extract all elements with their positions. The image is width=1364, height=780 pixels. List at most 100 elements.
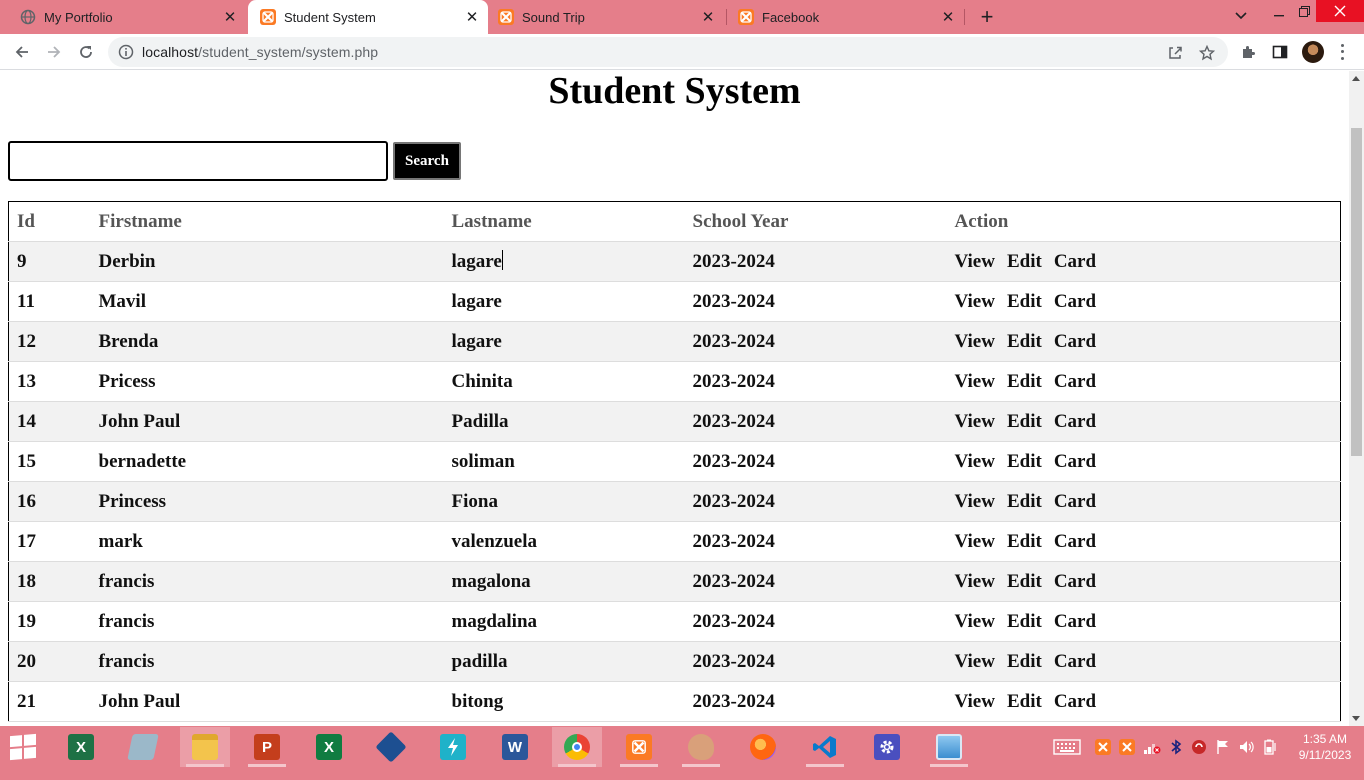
view-link[interactable]: View [955, 611, 995, 632]
view-link[interactable]: View [955, 331, 995, 352]
card-link[interactable]: Card [1054, 531, 1096, 552]
edit-link[interactable]: Edit [1007, 611, 1042, 632]
notepad-app-icon [127, 734, 159, 760]
tab-sound-trip[interactable]: Sound Trip ✕ [486, 0, 724, 34]
view-link[interactable]: View [955, 291, 995, 312]
edit-link[interactable]: Edit [1007, 411, 1042, 432]
taskbar-chrome[interactable] [552, 727, 602, 767]
taskbar-xampp[interactable] [614, 727, 664, 767]
card-link[interactable]: Card [1054, 651, 1096, 672]
taskbar-excel[interactable]: X [304, 727, 354, 767]
side-panel-icon[interactable] [1270, 42, 1290, 62]
card-link[interactable]: Card [1054, 451, 1096, 472]
view-link[interactable]: View [955, 531, 995, 552]
antivirus-icon[interactable] [1190, 738, 1208, 756]
edit-link[interactable]: Edit [1007, 651, 1042, 672]
lastname-text: lagare [451, 251, 502, 272]
flag-icon[interactable] [1214, 738, 1232, 756]
card-link[interactable]: Card [1054, 611, 1096, 632]
card-link[interactable]: Card [1054, 411, 1096, 432]
settings-icon [874, 734, 900, 760]
view-link[interactable]: View [955, 691, 995, 712]
back-icon[interactable] [8, 38, 36, 66]
xampp-tray-icon[interactable] [1118, 738, 1136, 756]
cell-actions: View Edit Card [946, 401, 1341, 442]
taskbar-bottom-edge [0, 768, 1364, 780]
tab-student-system[interactable]: Student System ✕ [248, 0, 488, 34]
card-link[interactable]: Card [1054, 571, 1096, 592]
view-link[interactable]: View [955, 411, 995, 432]
reload-icon[interactable] [72, 38, 100, 66]
scroll-down-arrow-icon[interactable] [1352, 716, 1360, 721]
taskbar-paint[interactable] [676, 727, 726, 767]
close-window-icon[interactable] [1316, 0, 1364, 22]
extensions-icon[interactable] [1238, 42, 1258, 62]
view-link[interactable]: View [955, 651, 995, 672]
search-button[interactable]: Search [393, 142, 461, 180]
edit-link[interactable]: Edit [1007, 331, 1042, 352]
battery-icon[interactable] [1262, 738, 1280, 756]
edit-link[interactable]: Edit [1007, 371, 1042, 392]
xampp-tray-icon[interactable] [1094, 738, 1112, 756]
view-link[interactable]: View [955, 451, 995, 472]
bookmark-star-icon[interactable] [1198, 44, 1216, 62]
cell-firstname: francis [90, 641, 444, 682]
page-scrollbar[interactable] [1349, 71, 1364, 726]
tab-my-portfolio[interactable]: My Portfolio ✕ [8, 0, 246, 34]
card-link[interactable]: Card [1054, 291, 1096, 312]
edit-link[interactable]: Edit [1007, 491, 1042, 512]
view-link[interactable]: View [955, 571, 995, 592]
taskbar-sourcetree[interactable] [428, 727, 478, 767]
edit-link[interactable]: Edit [1007, 571, 1042, 592]
edit-link[interactable]: Edit [1007, 291, 1042, 312]
taskbar-excel-app[interactable]: X [56, 727, 106, 767]
taskbar-file-explorer[interactable] [180, 727, 230, 767]
taskbar-photos[interactable] [924, 727, 974, 767]
taskbar-notepad-app[interactable] [118, 727, 168, 767]
taskbar-clock[interactable]: 1:35 AM 9/11/2023 [1290, 731, 1360, 763]
edit-link[interactable]: Edit [1007, 531, 1042, 552]
tab-search-icon[interactable] [1226, 0, 1256, 32]
new-tab-button[interactable]: + [974, 4, 1000, 30]
card-link[interactable]: Card [1054, 691, 1096, 712]
taskbar-firefox[interactable] [738, 727, 788, 767]
card-link[interactable]: Card [1054, 371, 1096, 392]
edit-link[interactable]: Edit [1007, 451, 1042, 472]
taskbar-word[interactable]: W [490, 727, 540, 767]
card-link[interactable]: Card [1054, 331, 1096, 352]
scroll-up-arrow-icon[interactable] [1352, 76, 1360, 81]
close-tab-icon[interactable]: ✕ [220, 7, 240, 27]
firefox-icon [750, 734, 776, 760]
network-icon[interactable] [1142, 738, 1162, 756]
view-link[interactable]: View [955, 251, 995, 272]
close-tab-icon[interactable]: ✕ [938, 7, 958, 27]
edit-link[interactable]: Edit [1007, 691, 1042, 712]
search-input[interactable] [8, 141, 388, 181]
address-bar[interactable]: localhost/student_system/system.php [108, 37, 1228, 67]
view-link[interactable]: View [955, 371, 995, 392]
profile-avatar[interactable] [1302, 41, 1324, 63]
windows-start-icon[interactable] [10, 733, 36, 761]
close-tab-icon[interactable]: ✕ [698, 7, 718, 27]
card-link[interactable]: Card [1054, 491, 1096, 512]
browser-menu-icon[interactable] [1334, 42, 1350, 62]
word-icon: W [502, 734, 528, 760]
forward-icon[interactable] [40, 38, 68, 66]
tab-facebook[interactable]: Facebook ✕ [726, 0, 964, 34]
taskbar-virtualbox[interactable] [366, 727, 416, 767]
edit-link[interactable]: Edit [1007, 251, 1042, 272]
table-row: 19 francis magdalina 2023-2024 View Edit C… [8, 601, 1341, 642]
scrollbar-thumb[interactable] [1351, 128, 1362, 456]
card-link[interactable]: Card [1054, 251, 1096, 272]
share-icon[interactable] [1166, 44, 1184, 62]
taskbar-vscode[interactable] [800, 727, 850, 767]
site-info-icon[interactable] [118, 44, 134, 60]
bluetooth-icon[interactable] [1168, 738, 1184, 756]
volume-icon[interactable] [1238, 738, 1256, 756]
restore-icon[interactable] [1289, 0, 1319, 27]
close-tab-icon[interactable]: ✕ [462, 7, 482, 27]
taskbar-settings[interactable] [862, 727, 912, 767]
keyboard-icon[interactable] [1052, 738, 1082, 756]
taskbar-powerpoint[interactable]: P [242, 727, 292, 767]
view-link[interactable]: View [955, 491, 995, 512]
